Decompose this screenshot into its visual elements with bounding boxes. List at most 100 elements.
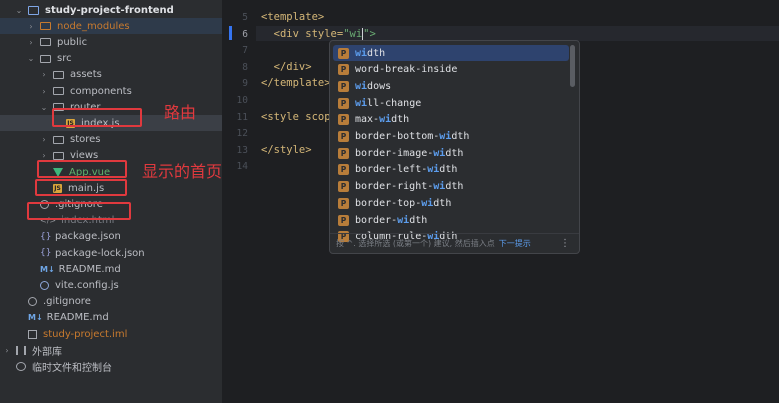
completion-item[interactable]: Pborder-bottom-width	[333, 129, 569, 145]
tree-item[interactable]: › stores	[0, 132, 222, 148]
line-number: 6	[242, 28, 248, 40]
completion-item-label: border-right-width	[355, 181, 463, 192]
tree-item[interactable]: vite.config.js	[0, 277, 222, 293]
completion-item-label: border-left-width	[355, 164, 457, 175]
tree-item[interactable]: › components	[0, 83, 222, 99]
code-line[interactable]: </div>	[261, 61, 312, 73]
html-icon: </>	[40, 216, 57, 226]
json-icon: {}	[40, 248, 52, 258]
line-number: 8	[242, 61, 248, 73]
json-icon: {}	[40, 231, 52, 242]
code-line[interactable]: </template>	[261, 77, 331, 89]
tree-item-label: router	[70, 101, 101, 113]
completion-item[interactable]: Pborder-left-width	[333, 162, 569, 178]
tree-item[interactable]: JS main.js	[0, 180, 222, 196]
completion-item-rest: dth	[445, 181, 464, 193]
code-line[interactable]: <style scop	[261, 111, 331, 123]
code-line[interactable]: <div style="wi">	[261, 27, 376, 40]
chevron-right-icon[interactable]: ›	[26, 38, 36, 47]
completion-item-prefix: border-top-	[355, 197, 422, 209]
completion-item-label: border-bottom-width	[355, 131, 469, 142]
tree-item[interactable]: › node_modules	[0, 18, 222, 35]
tree-item[interactable]: M↓ README.md	[0, 310, 222, 326]
tree-item[interactable]: › 外部库	[0, 342, 222, 358]
more-options-icon[interactable]: ⋮	[560, 238, 570, 249]
tree-item[interactable]: ⌄ src	[0, 51, 222, 67]
tree-item[interactable]: {} package-lock.json	[0, 245, 222, 261]
property-icon: P	[338, 64, 349, 76]
completion-item[interactable]: Pborder-width	[333, 212, 569, 228]
chevron-down-icon[interactable]: ⌄	[39, 103, 49, 112]
property-icon: P	[338, 214, 349, 226]
folder-icon	[53, 103, 64, 112]
chevron-right-icon[interactable]: ›	[2, 346, 12, 355]
code-line[interactable]: <template>	[261, 11, 324, 23]
chevron-right-icon[interactable]: ›	[39, 135, 49, 144]
tree-item-label: README.md	[46, 312, 109, 324]
chevron-right-icon[interactable]: ›	[39, 151, 49, 160]
project-tree: ⌄ study-project-frontend › node_modules › pub…	[0, 0, 222, 403]
js-icon: JS	[66, 118, 75, 128]
git-icon	[40, 199, 49, 209]
completion-item[interactable]: Pwidth	[333, 45, 569, 61]
git-icon	[28, 297, 37, 307]
tree-item[interactable]: {} package.json	[0, 229, 222, 245]
tree-item[interactable]: study-project.iml	[0, 326, 222, 342]
line-number: 14	[236, 161, 248, 173]
module-icon	[28, 5, 39, 15]
completion-item[interactable]: Pborder-right-width	[333, 179, 569, 195]
property-icon: P	[338, 164, 349, 176]
completion-item[interactable]: Pborder-image-width	[333, 145, 569, 161]
vue-icon	[53, 167, 63, 177]
chevron-right-icon[interactable]: ›	[39, 70, 49, 79]
annotation-router-note: 路由	[164, 103, 197, 122]
completion-item[interactable]: Pborder-top-width	[333, 195, 569, 211]
completion-item-rest: dth	[445, 147, 464, 159]
completion-item-match: wi	[355, 47, 368, 59]
completion-item-label: widows	[355, 81, 391, 92]
tree-item[interactable]: </> index.html	[0, 213, 222, 229]
completion-item[interactable]: Pword-break-inside	[333, 62, 569, 78]
completion-item[interactable]: Pwill-change	[333, 95, 569, 111]
tree-item[interactable]: › public	[0, 34, 222, 50]
completion-item-label: border-top-width	[355, 198, 451, 209]
completion-item-match: wi	[427, 164, 440, 176]
completion-scrollbar[interactable]	[570, 45, 575, 87]
completion-popup[interactable]: Pcolumn-rule-width Pborder-width Pborder-t…	[329, 40, 580, 254]
completion-item-match: wi	[355, 97, 368, 109]
completion-item-label: border-image-width	[355, 148, 463, 159]
property-icon: P	[338, 97, 349, 109]
tree-item[interactable]: › assets	[0, 67, 222, 83]
tree-item[interactable]: 临时文件和控制台	[0, 358, 222, 374]
code-line[interactable]: </style>	[261, 144, 312, 156]
completion-item[interactable]: Pwidows	[333, 78, 569, 94]
tree-item[interactable]: ⌄ study-project-frontend	[0, 2, 222, 18]
tree-item[interactable]: .gitignore	[0, 294, 222, 310]
property-icon: P	[338, 80, 349, 92]
completion-item-label: width	[355, 48, 385, 59]
tree-item-label: 临时文件和控制台	[32, 362, 112, 374]
completion-item-match: wi	[433, 181, 446, 193]
tree-item-label: main.js	[68, 182, 105, 194]
tree-item-label: vite.config.js	[55, 279, 119, 291]
completion-item-match: wi	[397, 214, 410, 226]
completion-item[interactable]: Pmax-width	[333, 112, 569, 128]
annotation-homepage-note: 显示的首页	[142, 162, 223, 181]
completion-item-rest: ll-change	[367, 97, 422, 109]
folder-icon	[53, 87, 64, 95]
chevron-right-icon[interactable]: ›	[39, 87, 49, 96]
tree-item-label: README.md	[58, 263, 121, 275]
completion-item-label: max-width	[355, 114, 409, 125]
completion-item-prefix: max-	[355, 114, 380, 126]
chevron-down-icon[interactable]: ⌄	[26, 54, 36, 63]
chevron-right-icon[interactable]: ›	[26, 22, 36, 31]
completion-item-label: will-change	[355, 98, 421, 109]
chevron-down-icon[interactable]: ⌄	[14, 6, 24, 15]
completion-item-rest: dth	[439, 164, 458, 176]
folder-icon	[53, 70, 64, 79]
tree-item[interactable]: M↓ README.md	[0, 261, 222, 277]
line-number: 10	[236, 95, 248, 106]
next-tip-link[interactable]: 下一提示	[499, 238, 531, 249]
tree-item[interactable]: .gitignore	[0, 196, 222, 212]
vite-icon	[40, 280, 49, 290]
